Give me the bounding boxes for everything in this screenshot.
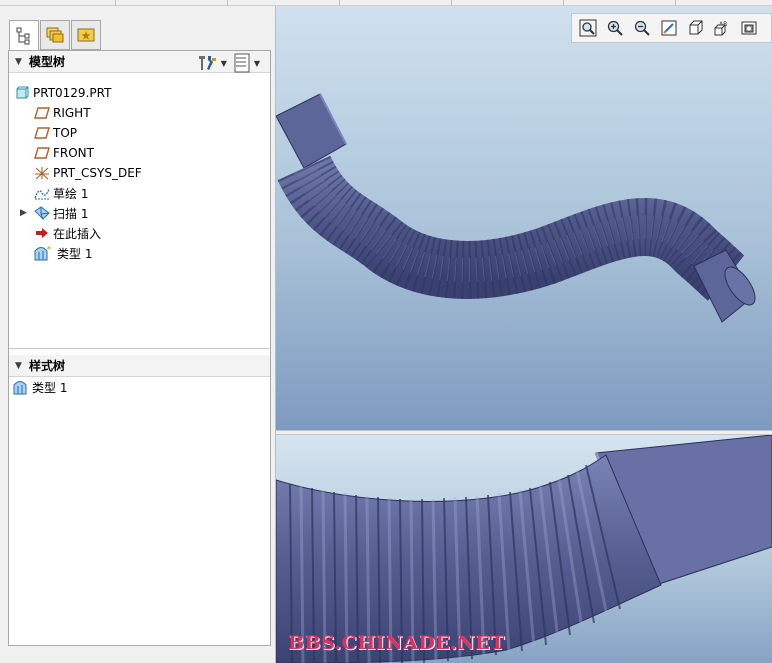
tree-settings-dropdown-icon[interactable]: ▼ xyxy=(221,59,227,68)
zoom-in-icon xyxy=(607,20,623,36)
view-toolbar: AB xyxy=(571,13,772,43)
navigator-panel: ▼ 模型树 ▼ ▼ PRT0129.PRT RIGHT TOP FRONT PR… xyxy=(0,6,276,663)
tree-item-part[interactable]: PRT0129.PRT xyxy=(13,83,111,103)
tree-item-label: 扫描 1 xyxy=(53,206,89,221)
svg-text:*: * xyxy=(47,245,51,254)
tree-item-insert-here[interactable]: 在此插入 xyxy=(33,223,101,243)
tree-item-label: 草绘 1 xyxy=(53,186,89,201)
style-icon xyxy=(13,381,27,395)
zoom-out-button[interactable] xyxy=(630,17,654,39)
style-tree-title: 样式树 xyxy=(29,359,66,373)
style-tree-header: ▼ 样式树 xyxy=(9,355,270,377)
show-dropdown-icon[interactable]: ▼ xyxy=(254,59,260,68)
datum-plane-icon xyxy=(34,107,50,119)
style-icon: * xyxy=(34,245,51,261)
tree-item-label: 在此插入 xyxy=(53,226,102,241)
collapse-triangle-icon[interactable]: ▼ xyxy=(15,361,29,371)
tree-settings-icon[interactable] xyxy=(196,54,218,72)
tree-panel: ▼ 模型树 ▼ ▼ PRT0129.PRT RIGHT TOP FRONT PR… xyxy=(8,50,271,646)
sweep-icon xyxy=(34,206,50,220)
model-tree-icon xyxy=(16,27,30,44)
tab-folder-browser[interactable] xyxy=(40,20,70,50)
refit-button[interactable] xyxy=(576,17,600,39)
display-style-icon xyxy=(689,20,703,35)
tree-item-front[interactable]: FRONT xyxy=(33,143,94,163)
graphics-window-top[interactable] xyxy=(276,6,772,430)
watermark-text: BBS.CHINADE.NET xyxy=(288,632,505,654)
csys-icon xyxy=(35,167,49,180)
saved-orientations-button[interactable]: AB xyxy=(711,17,735,39)
folder-browser-icon xyxy=(46,27,64,43)
zoom-out-icon xyxy=(634,20,650,36)
tree-item-sweep[interactable]: ▶ 扫描 1 xyxy=(20,203,89,223)
tree-item-style[interactable]: * 类型 1 xyxy=(33,243,92,263)
tree-item-sketch[interactable]: 草绘 1 xyxy=(33,183,88,203)
tree-item-label: PRT0129.PRT xyxy=(33,86,112,100)
favorites-icon xyxy=(77,28,95,42)
tree-item-label: RIGHT xyxy=(53,106,91,120)
repaint-button[interactable] xyxy=(657,17,681,39)
datum-plane-icon xyxy=(34,147,50,159)
tree-item-label: 类型 1 xyxy=(57,246,93,261)
saved-views-icon: AB xyxy=(714,21,727,36)
collapse-triangle-icon[interactable]: ▼ xyxy=(15,57,29,67)
tab-favorites[interactable] xyxy=(71,20,101,50)
section-divider xyxy=(9,348,270,349)
bellows-hose-model xyxy=(276,93,756,323)
model-tree-header: ▼ 模型树 ▼ ▼ xyxy=(9,51,270,73)
bellows-hose-closeup xyxy=(276,435,772,663)
tree-item-label: FRONT xyxy=(53,146,94,160)
insert-here-icon xyxy=(36,228,48,238)
expand-arrow-icon[interactable]: ▶ xyxy=(20,208,27,218)
graphics-window-bottom[interactable]: BBS.CHINADE.NET xyxy=(276,435,772,663)
zoom-in-button[interactable] xyxy=(603,17,627,39)
model-tree-title: 模型树 xyxy=(29,55,66,69)
tree-item-label: 类型 1 xyxy=(32,380,68,395)
datum-plane-icon xyxy=(34,127,50,139)
repaint-icon xyxy=(661,20,677,36)
part-icon xyxy=(16,86,29,99)
refit-icon xyxy=(579,19,597,37)
tab-model-tree[interactable] xyxy=(9,20,39,51)
tree-item-label: PRT_CSYS_DEF xyxy=(53,166,142,180)
tree-item-right[interactable]: RIGHT xyxy=(33,103,91,123)
style-tree-item[interactable]: 类型 1 xyxy=(12,377,67,397)
tree-item-label: TOP xyxy=(53,126,78,140)
tree-item-csys[interactable]: PRT_CSYS_DEF xyxy=(33,163,142,183)
sketch-icon xyxy=(34,188,50,200)
named-view-icon xyxy=(741,21,757,35)
named-view-button[interactable] xyxy=(738,17,762,39)
tree-item-top[interactable]: TOP xyxy=(33,123,77,143)
display-style-button[interactable] xyxy=(684,17,708,39)
show-columns-icon[interactable] xyxy=(233,53,251,73)
